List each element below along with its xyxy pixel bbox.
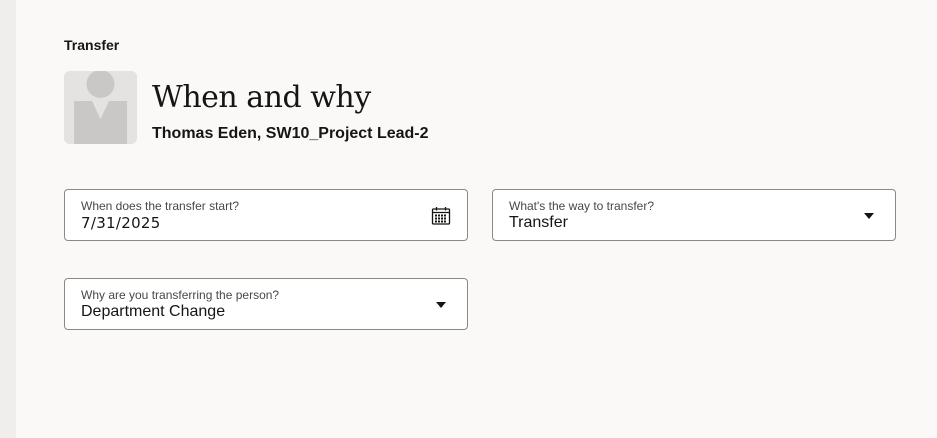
calendar-icon[interactable] [430, 205, 452, 227]
left-gutter [0, 0, 16, 438]
transfer-start-date-value[interactable]: 7/31/2025 [81, 214, 161, 232]
transfer-reason-label: Why are you transferring the person? [81, 288, 280, 302]
avatar [64, 71, 137, 144]
person-name: Thomas Eden, SW10_Project Lead-2 [152, 125, 429, 142]
page-title: When and why [152, 80, 371, 115]
person-placeholder-icon [64, 71, 137, 144]
transfer-reason-select[interactable]: Why are you transferring the person? Dep… [64, 278, 468, 330]
transfer-start-date-label: When does the transfer start? [81, 199, 240, 213]
transfer-way-label: What's the way to transfer? [509, 199, 655, 213]
transfer-start-date-field[interactable]: When does the transfer start? 7/31/2025 [64, 189, 468, 241]
caret-down-icon[interactable] [430, 294, 452, 316]
caret-down-icon[interactable] [858, 205, 880, 227]
transfer-way-select[interactable]: What's the way to transfer? Transfer [492, 189, 896, 241]
transfer-reason-value[interactable]: Department Change [81, 303, 225, 321]
transfer-way-value[interactable]: Transfer [509, 214, 568, 232]
page-label: Transfer [64, 37, 120, 53]
